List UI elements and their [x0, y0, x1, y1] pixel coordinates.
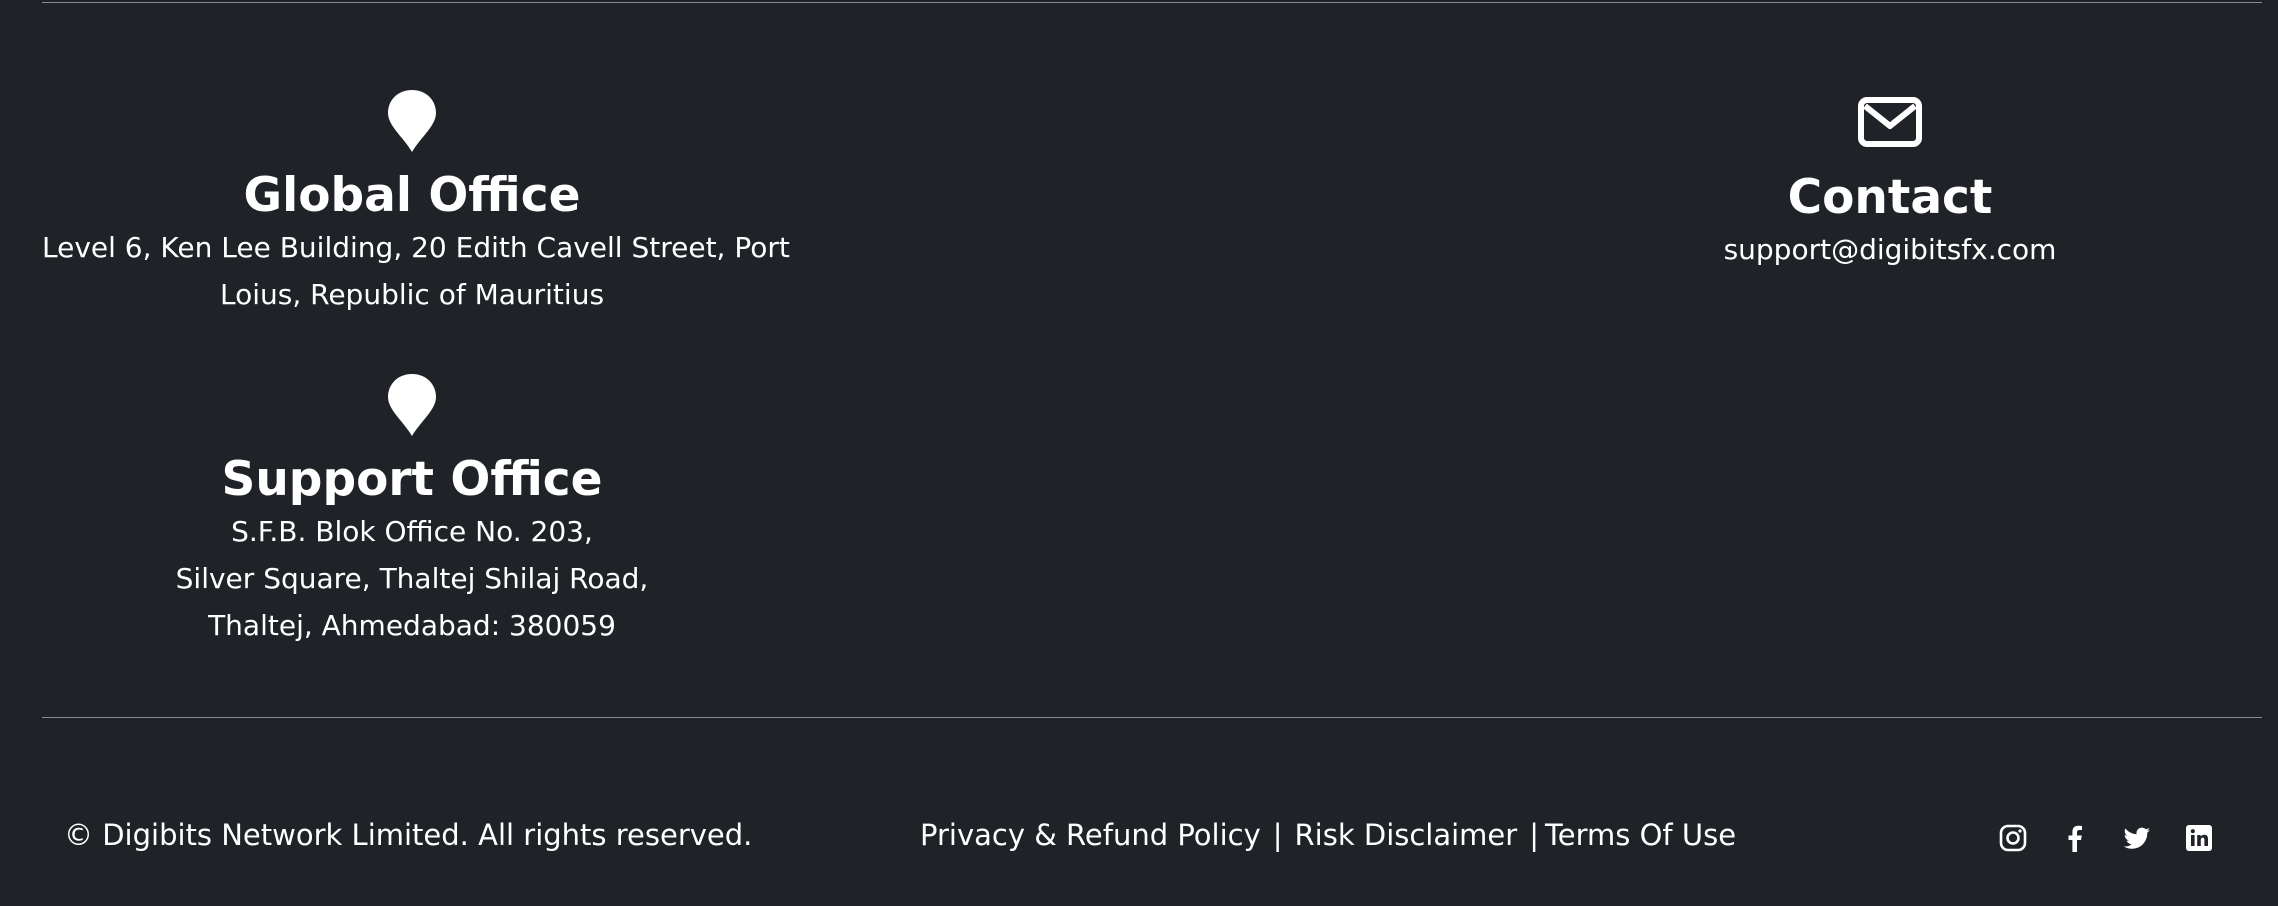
support-office-block: Support Office S.F.B. Blok Office No. 20… — [42, 372, 782, 649]
contact-email-link[interactable]: support@digibitsfx.com — [1630, 226, 2150, 273]
global-office-address-line-1: Level 6, Ken Lee Building, 20 Edith Cave… — [42, 231, 790, 265]
link-separator: | — [1529, 818, 1539, 852]
copyright-text: © Digibits Network Limited. All rights r… — [64, 818, 753, 852]
map-marker-icon — [388, 374, 436, 436]
social-links — [1998, 820, 2214, 856]
link-separator: | — [1272, 818, 1283, 852]
global-office-address-line-2: Loius, Republic of Mauritius — [219, 278, 605, 312]
support-office-address-line-3: Thaltej, Ahmedabad: 380059 — [208, 609, 616, 643]
facebook-icon[interactable] — [2060, 823, 2090, 853]
linkedin-icon[interactable] — [2184, 823, 2214, 853]
footer-divider — [42, 717, 2262, 718]
global-office-title: Global Office — [243, 168, 581, 223]
risk-disclaimer-link[interactable]: Risk Disclaimer — [1295, 818, 1518, 852]
twitter-icon[interactable] — [2122, 823, 2152, 853]
support-office-address-line-1: S.F.B. Blok Office No. 203, — [231, 515, 593, 549]
contact-title: Contact — [1787, 170, 1993, 225]
map-marker-icon — [388, 90, 436, 152]
legal-links: Privacy & Refund Policy | Risk Disclaimer |… — [920, 810, 1736, 860]
contact-block: Contact support@digibitsfx.com — [1630, 96, 2150, 273]
global-office-block: Global Office Level 6, Ken Lee Building,… — [42, 88, 790, 318]
envelope-icon — [1858, 97, 1922, 147]
support-office-title: Support Office — [221, 452, 603, 507]
support-office-address-line-2: Silver Square, Thaltej Shilaj Road, — [175, 562, 649, 596]
terms-of-use-link[interactable]: Terms Of Use — [1545, 818, 1736, 852]
privacy-refund-policy-link[interactable]: Privacy & Refund Policy — [920, 818, 1261, 852]
top-divider — [42, 2, 2262, 3]
instagram-icon[interactable] — [1998, 823, 2028, 853]
